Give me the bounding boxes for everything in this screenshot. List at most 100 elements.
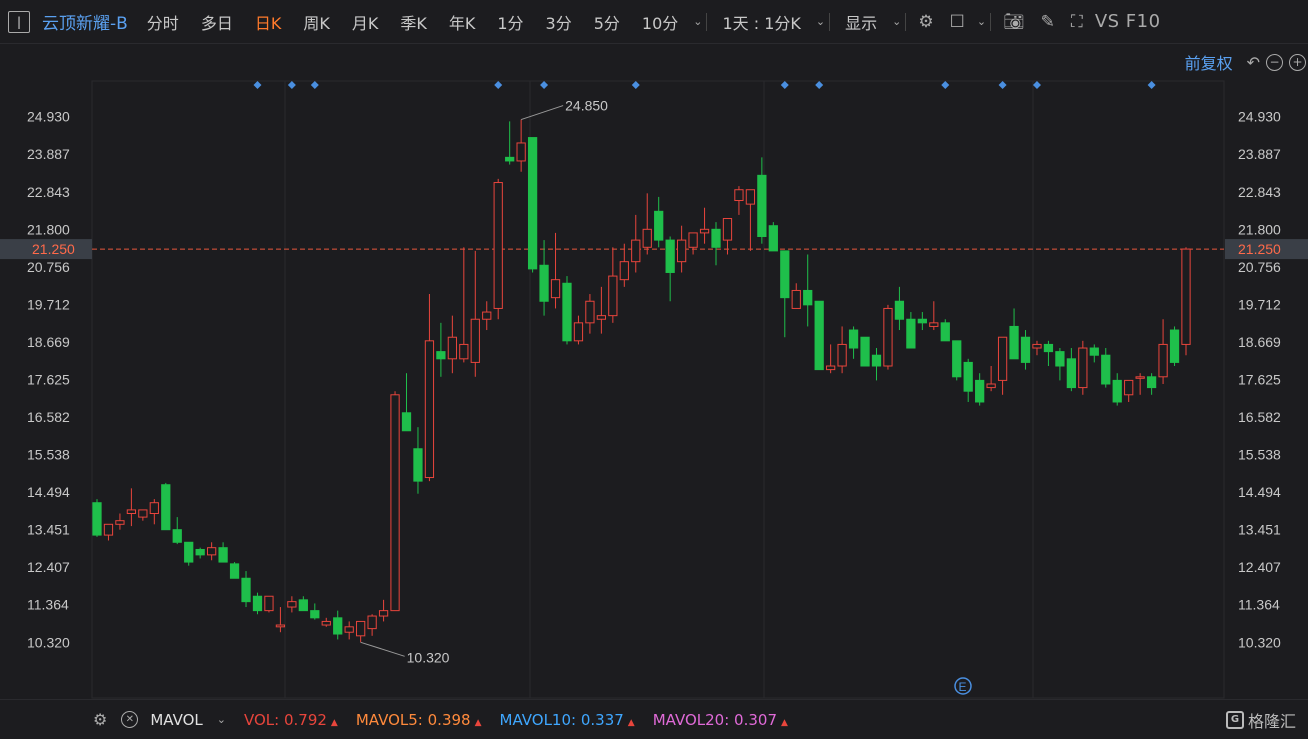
tab-8[interactable]: 3分 xyxy=(535,10,583,34)
candle-body[interactable] xyxy=(161,484,171,531)
candle-body[interactable] xyxy=(207,547,217,556)
candle-body[interactable] xyxy=(562,282,572,342)
candle-body[interactable] xyxy=(103,523,114,536)
candle-body[interactable] xyxy=(734,189,744,202)
chevron-down-icon[interactable]: ⌄ xyxy=(816,15,825,28)
candle-body[interactable] xyxy=(264,595,274,612)
candle-body[interactable] xyxy=(837,343,847,367)
fullscreen-icon[interactable]: ⛶ xyxy=(1063,12,1091,32)
candle-body[interactable] xyxy=(344,626,354,633)
event-marker-diamond[interactable] xyxy=(540,81,549,89)
candle-body[interactable] xyxy=(1112,379,1122,403)
tab-3[interactable]: 周K xyxy=(292,10,341,34)
candle-body[interactable] xyxy=(722,218,733,241)
candle-body[interactable] xyxy=(791,289,801,309)
candle-body[interactable] xyxy=(665,239,675,273)
event-marker-diamond[interactable] xyxy=(1032,81,1041,89)
indicator-name[interactable]: MAVOL xyxy=(150,711,202,729)
candle-body[interactable] xyxy=(138,509,148,518)
candle-body[interactable] xyxy=(378,610,389,617)
candle-body[interactable] xyxy=(493,182,503,309)
candle-body[interactable] xyxy=(413,448,423,482)
event-marker-diamond[interactable] xyxy=(780,81,789,89)
candle-body[interactable] xyxy=(917,318,927,324)
candle-body[interactable] xyxy=(986,383,996,389)
kline-chart[interactable]: 24.930 24.930 23.887 23.887 22.843 22.843 21.8… xyxy=(0,44,1308,699)
vs-f10-button[interactable]: VS F10 xyxy=(1091,11,1161,32)
candle-body[interactable] xyxy=(1146,376,1157,389)
candle-body[interactable] xyxy=(333,617,343,635)
candle-body[interactable] xyxy=(470,318,480,363)
candle-body[interactable] xyxy=(126,509,137,515)
candle-body[interactable] xyxy=(757,174,767,237)
candle-body[interactable] xyxy=(699,228,710,234)
candle-body[interactable] xyxy=(929,322,939,327)
candle-body[interactable] xyxy=(321,620,331,626)
close-icon[interactable]: ✕ xyxy=(121,711,139,728)
candle-body[interactable] xyxy=(585,300,595,324)
chevron-down-icon[interactable]: ⌄ xyxy=(977,15,986,28)
candle-body[interactable] xyxy=(803,289,813,306)
candle-body[interactable] xyxy=(1135,376,1145,379)
tab-6[interactable]: 年K xyxy=(438,10,487,34)
candle-body[interactable] xyxy=(654,210,664,241)
gear-icon[interactable]: ⚙ xyxy=(910,12,941,32)
candle-body[interactable] xyxy=(871,354,882,367)
candle-body[interactable] xyxy=(241,577,251,603)
square-icon[interactable]: ☐ xyxy=(942,12,973,32)
candle-body[interactable] xyxy=(436,351,446,360)
tab-5[interactable]: 季K xyxy=(389,10,438,34)
candle-body[interactable] xyxy=(539,264,549,302)
candle-body[interactable] xyxy=(92,502,102,536)
candle-body[interactable] xyxy=(195,548,205,556)
candle-body[interactable] xyxy=(596,315,607,320)
tab-10[interactable]: 10分 xyxy=(631,10,689,34)
candle-body[interactable] xyxy=(780,250,790,299)
candle-body[interactable] xyxy=(894,300,905,320)
tab-9[interactable]: 5分 xyxy=(583,10,631,34)
candle-body[interactable] xyxy=(619,261,629,281)
candle-body[interactable] xyxy=(356,620,366,637)
candle-body[interactable] xyxy=(1181,248,1191,345)
period-select[interactable]: 1天 : 1分K xyxy=(711,10,811,34)
candle-body[interactable] xyxy=(172,529,182,543)
candle-body[interactable] xyxy=(275,624,286,628)
candle-body[interactable] xyxy=(642,228,652,248)
candle-body[interactable] xyxy=(826,365,836,371)
candle-body[interactable] xyxy=(768,225,778,252)
candle-body[interactable] xyxy=(229,563,240,579)
chevron-down-icon[interactable]: ⌄ xyxy=(217,713,226,726)
candle-body[interactable] xyxy=(550,279,561,299)
event-marker-diamond[interactable] xyxy=(631,81,640,89)
event-marker-diamond[interactable] xyxy=(941,81,950,89)
event-marker-diamond[interactable] xyxy=(815,81,824,89)
candle-body[interactable] xyxy=(963,361,973,392)
event-marker-diamond[interactable] xyxy=(310,81,319,89)
candle-body[interactable] xyxy=(573,322,584,342)
candle-body[interactable] xyxy=(1043,343,1054,353)
candle-body[interactable] xyxy=(1101,354,1111,385)
candle-body[interactable] xyxy=(447,336,457,360)
candle-body[interactable] xyxy=(1066,358,1076,389)
candle-body[interactable] xyxy=(115,520,125,525)
candle-body[interactable] xyxy=(975,379,985,403)
candle-body[interactable] xyxy=(1009,325,1019,360)
tab-2[interactable]: 日K xyxy=(244,10,293,34)
undo-icon[interactable]: ↶ xyxy=(1247,53,1260,72)
candle-body[interactable] xyxy=(860,336,870,367)
candle-body[interactable] xyxy=(401,412,412,432)
candle-body[interactable] xyxy=(516,142,526,162)
candle-body[interactable] xyxy=(482,311,492,320)
candle-body[interactable] xyxy=(218,547,228,563)
candle-body[interactable] xyxy=(310,610,320,619)
candle-body[interactable] xyxy=(459,343,469,360)
candle-body[interactable] xyxy=(527,137,538,270)
sidebar-toggle-icon[interactable]: | xyxy=(8,10,30,33)
tab-4[interactable]: 月K xyxy=(341,10,390,34)
candle-body[interactable] xyxy=(631,239,641,263)
candle-body[interactable] xyxy=(1124,379,1134,396)
candle-body[interactable] xyxy=(711,228,721,248)
candle-body[interactable] xyxy=(906,318,916,349)
candle-body[interactable] xyxy=(252,595,263,612)
candle-body[interactable] xyxy=(676,239,687,263)
